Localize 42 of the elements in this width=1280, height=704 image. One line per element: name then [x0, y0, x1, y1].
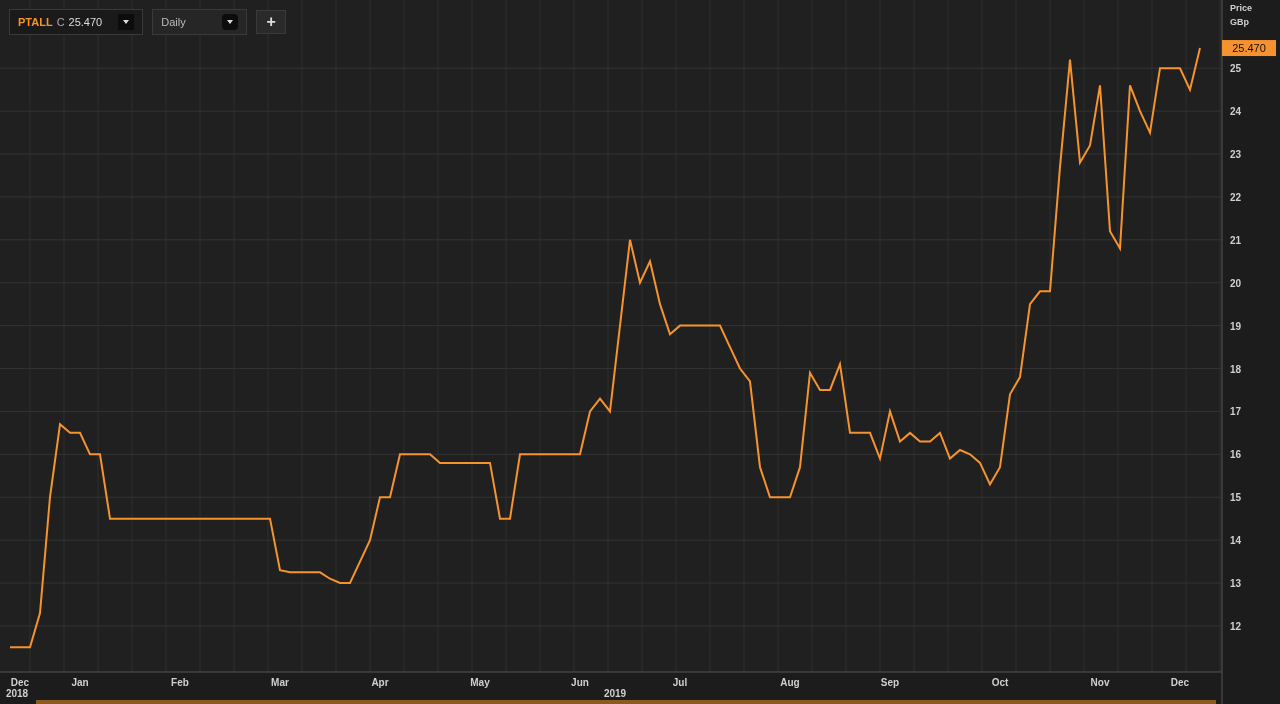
x-tick-label: Dec — [10, 677, 30, 688]
last-price-marker: 25.470 — [1222, 40, 1276, 57]
y-tick-label: 12 — [1230, 620, 1242, 632]
x-tick-label: Jun — [571, 677, 589, 688]
x-tick-label: Oct — [991, 677, 1009, 688]
y-tick-label: 22 — [1230, 191, 1242, 203]
y-tick-label: 19 — [1230, 320, 1242, 332]
y-tick-label: 18 — [1230, 363, 1242, 375]
x-tick-label: Mar — [271, 677, 289, 688]
x-tick-label: May — [470, 677, 490, 688]
x-tick-label: Feb — [171, 677, 189, 688]
x-tick-label: Sep — [880, 677, 900, 688]
x-tick-label: Dec — [1170, 677, 1190, 688]
y-tick-label: 24 — [1230, 106, 1242, 118]
interval-dropdown[interactable]: Daily — [152, 9, 248, 35]
y-tick-label: 15 — [1230, 492, 1242, 504]
x-tick-label: Jul — [672, 677, 688, 688]
price-prefix: C — [56, 14, 65, 30]
x-tick-label: Jan — [71, 677, 89, 688]
y-tick-label: 23 — [1230, 149, 1242, 160]
x-tick-label: Apr — [371, 677, 389, 688]
x-tick-label: Nov — [1090, 677, 1110, 688]
y-tick-label: 16 — [1230, 449, 1242, 461]
y-tick-label: 13 — [1230, 578, 1242, 589]
year-label: 2018 — [5, 688, 29, 699]
add-button[interactable]: + — [256, 10, 287, 34]
year-label: 2019 — [603, 688, 627, 699]
interval-label: Daily — [161, 14, 186, 30]
y-tick-label: 21 — [1230, 234, 1242, 246]
caret-icon — [222, 14, 239, 30]
scrollbar[interactable] — [36, 700, 1216, 704]
symbol-label: PTALL — [18, 14, 53, 30]
y-tick-label: 17 — [1230, 406, 1242, 418]
y-tick-label: 25 — [1230, 63, 1242, 75]
y-tick-label: 14 — [1230, 535, 1242, 547]
x-tick-label: Aug — [780, 677, 800, 688]
price-value: 25.470 — [68, 14, 103, 30]
axis-title: Price — [1230, 3, 1253, 13]
caret-icon — [118, 14, 135, 30]
y-tick-label: 20 — [1230, 277, 1242, 289]
symbol-selector[interactable]: PTALL C 25.470 — [9, 9, 144, 35]
axis-unit: GBp — [1230, 17, 1249, 27]
